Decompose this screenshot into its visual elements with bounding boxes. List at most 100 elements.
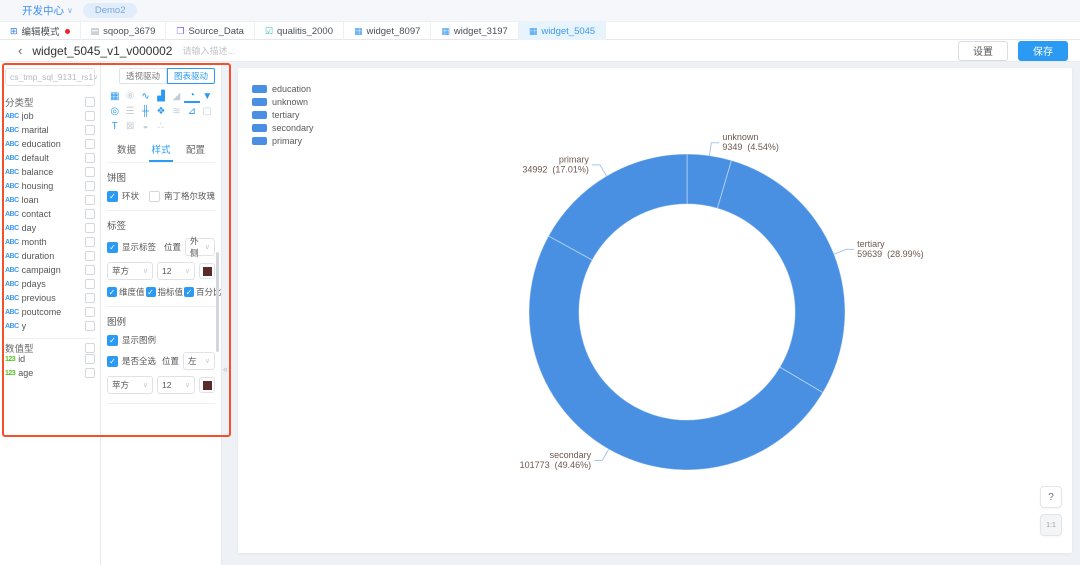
- field-checkbox[interactable]: [85, 265, 95, 275]
- workspace-menu[interactable]: 开发中心 ∨: [22, 3, 73, 18]
- categorical-select-all-checkbox[interactable]: [85, 97, 95, 107]
- description-input[interactable]: 请输入描述...: [182, 44, 235, 57]
- field-item-marital[interactable]: ABCmarital: [5, 123, 95, 137]
- rose-checkbox[interactable]: [149, 191, 160, 202]
- ring-checkbox[interactable]: ✓: [107, 191, 118, 202]
- tab-sqoop_3679[interactable]: ▤sqoop_3679: [81, 22, 167, 40]
- radar-chart-icon[interactable]: ◎: [107, 105, 122, 118]
- table-select[interactable]: cs_tmp_sql_9131_rs1 ∨: [5, 68, 95, 86]
- legend-item-primary[interactable]: primary: [252, 136, 314, 145]
- image-widget-icon[interactable]: ⊠: [122, 120, 137, 133]
- label-font-select[interactable]: 苹方 ∨: [107, 262, 153, 280]
- line-chart-icon[interactable]: ∿: [138, 90, 153, 103]
- dim-checkbox[interactable]: ✓: [107, 287, 117, 297]
- field-item-y[interactable]: ABCy: [5, 319, 95, 333]
- field-item-month[interactable]: ABCmonth: [5, 235, 95, 249]
- field-item-previous[interactable]: ABCprevious: [5, 291, 95, 305]
- field-item-balance[interactable]: ABCbalance: [5, 165, 95, 179]
- field-checkbox[interactable]: [85, 321, 95, 331]
- tab-config[interactable]: 配置: [184, 140, 207, 162]
- dim-checkbox[interactable]: ✓: [146, 287, 156, 297]
- scatter-line-chart-icon[interactable]: ⊿: [184, 105, 199, 118]
- legend-item-education[interactable]: education: [252, 84, 314, 93]
- pie-slice-tertiary[interactable]: [717, 160, 845, 392]
- tab-Source_Data[interactable]: ❒Source_Data: [166, 22, 255, 40]
- sankey-chart-icon[interactable]: ≋: [169, 105, 184, 118]
- funnel-chart-icon[interactable]: ▼: [200, 90, 215, 103]
- field-checkbox[interactable]: [85, 195, 95, 205]
- field-checkbox[interactable]: [85, 279, 95, 289]
- legend-item-unknown[interactable]: unknown: [252, 97, 314, 106]
- label-color-swatch[interactable]: [199, 263, 215, 279]
- tab-qualitis_2000[interactable]: ☑qualitis_2000: [255, 22, 344, 40]
- candlestick-chart-icon[interactable]: ╫: [138, 105, 153, 118]
- field-item-id[interactable]: 123id: [5, 352, 95, 366]
- frame-chart-icon[interactable]: ▢: [200, 105, 215, 118]
- field-item-job[interactable]: ABCjob: [5, 109, 95, 123]
- field-item-campaign[interactable]: ABCcampaign: [5, 263, 95, 277]
- donut-chart[interactable]: unknown9349 (4.54%)tertiary59639 (28.99%…: [238, 68, 1072, 553]
- field-item-poutcome[interactable]: ABCpoutcome: [5, 305, 95, 319]
- select-all-checkbox[interactable]: ✓: [107, 356, 118, 367]
- field-checkbox[interactable]: [85, 125, 95, 135]
- tab-style[interactable]: 样式: [149, 140, 172, 162]
- field-checkbox[interactable]: [85, 223, 95, 233]
- chart-drive-button[interactable]: 图表驱动: [167, 68, 215, 84]
- show-label-checkbox[interactable]: ✓: [107, 242, 118, 253]
- project-badge[interactable]: Demo2: [83, 3, 138, 18]
- settings-button[interactable]: 设置: [958, 41, 1008, 61]
- field-item-loan[interactable]: ABCloan: [5, 193, 95, 207]
- map-chart-icon[interactable]: ❖: [153, 105, 168, 118]
- field-item-contact[interactable]: ABCcontact: [5, 207, 95, 221]
- table-chart-icon[interactable]: ▦: [107, 90, 122, 103]
- parallel-chart-icon[interactable]: ☰: [122, 105, 137, 118]
- config-scrollbar[interactable]: [216, 252, 219, 352]
- show-legend-checkbox[interactable]: ✓: [107, 335, 118, 346]
- tab-widget_3197[interactable]: ▦widget_3197: [431, 22, 518, 40]
- field-item-pdays[interactable]: ABCpdays: [5, 277, 95, 291]
- save-button[interactable]: 保存: [1018, 41, 1068, 61]
- field-checkbox[interactable]: [85, 354, 95, 364]
- field-checkbox[interactable]: [85, 181, 95, 191]
- field-item-day[interactable]: ABCday: [5, 221, 95, 235]
- dim-checkbox[interactable]: ✓: [184, 287, 194, 297]
- gauge-chart-icon[interactable]: ◒: [138, 120, 153, 133]
- text-widget-icon[interactable]: T: [107, 120, 122, 133]
- legend-item-secondary[interactable]: secondary: [252, 123, 314, 132]
- field-checkbox[interactable]: [85, 209, 95, 219]
- legend-color-swatch[interactable]: [199, 377, 215, 393]
- tab-widget_5045[interactable]: ▦widget_5045: [519, 22, 606, 40]
- field-item-default[interactable]: ABCdefault: [5, 151, 95, 165]
- panel-collapse-handle[interactable]: «: [223, 364, 228, 374]
- label-position-select[interactable]: 外侧 ∨: [185, 238, 215, 256]
- pivot-drive-button[interactable]: 透视驱动: [119, 68, 167, 84]
- help-button[interactable]: ?: [1040, 486, 1062, 508]
- field-checkbox[interactable]: [85, 293, 95, 303]
- pie-slice-secondary[interactable]: [529, 236, 823, 470]
- area-chart-icon[interactable]: ◢: [169, 90, 184, 103]
- field-item-duration[interactable]: ABCduration: [5, 249, 95, 263]
- relation-chart-icon[interactable]: ∴: [153, 120, 168, 133]
- bar-chart-icon[interactable]: ▟: [153, 90, 168, 103]
- tab-data[interactable]: 数据: [115, 140, 138, 162]
- legend-item-tertiary[interactable]: tertiary: [252, 110, 314, 119]
- field-checkbox[interactable]: [85, 307, 95, 317]
- pie-chart-icon[interactable]: ◔: [184, 90, 199, 103]
- field-item-age[interactable]: 123age: [5, 366, 95, 380]
- legend-position-select[interactable]: 左 ∨: [183, 352, 215, 370]
- scale-reset-button[interactable]: 1:1: [1040, 514, 1062, 536]
- label-size-select[interactable]: 12 ∨: [157, 262, 195, 280]
- field-item-housing[interactable]: ABChousing: [5, 179, 95, 193]
- number-card-icon[interactable]: ⑧: [122, 90, 137, 103]
- field-item-education[interactable]: ABCeducation: [5, 137, 95, 151]
- field-checkbox[interactable]: [85, 251, 95, 261]
- field-checkbox[interactable]: [85, 111, 95, 121]
- field-checkbox[interactable]: [85, 368, 95, 378]
- field-checkbox[interactable]: [85, 153, 95, 163]
- field-checkbox[interactable]: [85, 139, 95, 149]
- field-checkbox[interactable]: [85, 237, 95, 247]
- tab-widget_8097[interactable]: ▦widget_8097: [344, 22, 431, 40]
- legend-size-select[interactable]: 12 ∨: [157, 376, 195, 394]
- numeric-select-all-checkbox[interactable]: [85, 343, 95, 353]
- back-button[interactable]: ‹: [18, 43, 22, 58]
